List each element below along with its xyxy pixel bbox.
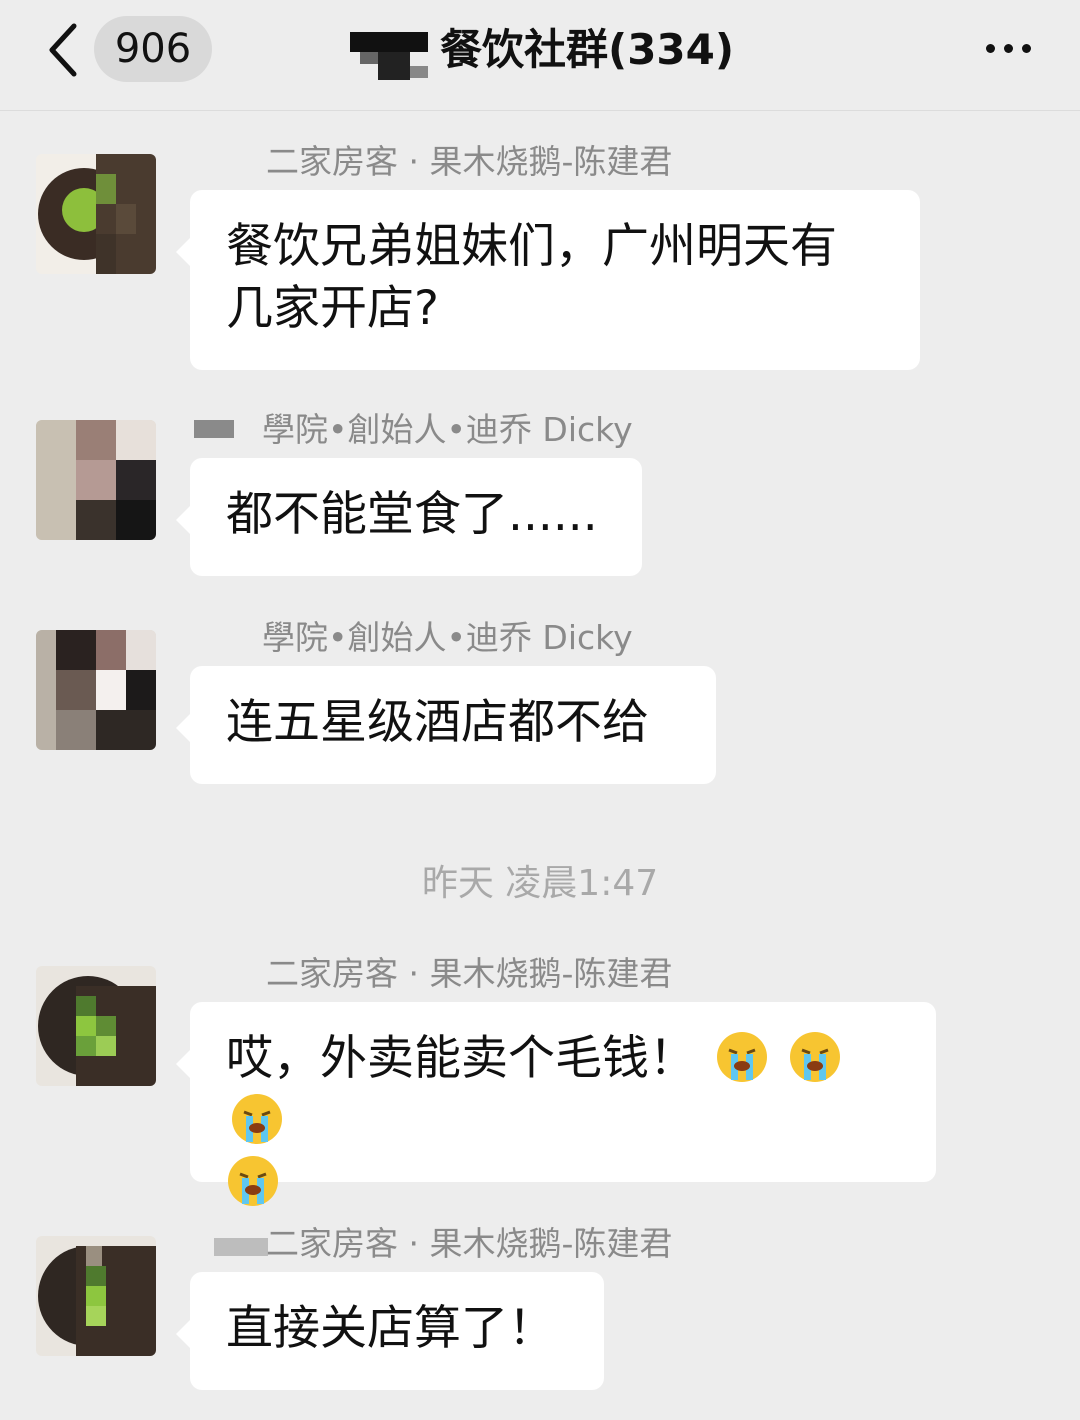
timestamp: 昨天 凌晨1:47: [421, 863, 659, 904]
crying-emoji: [232, 1094, 282, 1144]
sender-name: 學院•創始人•迪乔 Dicky: [262, 618, 633, 657]
message-bubble[interactable]: 餐饮兄弟姐妹们，广州明天有 几家开店?: [176, 190, 920, 370]
unread-count-badge[interactable]: 906: [94, 16, 212, 82]
message-bubble[interactable]: 直接关店算了！: [176, 1272, 604, 1390]
message-text-line: 几家开店?: [226, 281, 439, 336]
name-redaction: [214, 1238, 268, 1256]
message-bubble[interactable]: 都不能堂食了......: [176, 458, 642, 576]
message-text-line: 连五星级酒店都不给: [226, 695, 649, 750]
avatar[interactable]: [36, 966, 156, 1086]
sender-name: 二家房客 · 果木烧鹅-陈建君: [266, 954, 673, 993]
crying-emoji: [789, 1032, 840, 1082]
group-title: 餐饮社群(334): [440, 25, 735, 74]
sender-name: 二家房客 · 果木烧鹅-陈建君: [266, 1224, 673, 1263]
sender-name: 二家房客 · 果木烧鹅-陈建君: [266, 142, 673, 181]
sender-name: 學院•創始人•迪乔 Dicky: [262, 410, 633, 449]
message-text-line: 直接关店算了！: [226, 1301, 555, 1356]
title-redaction-mosaic: [350, 32, 428, 80]
more-dots-icon[interactable]: [986, 38, 1042, 58]
avatar[interactable]: [36, 154, 156, 274]
avatar[interactable]: [36, 630, 156, 750]
message-text-line: 餐饮兄弟姐妹们，广州明天有: [226, 219, 837, 274]
crying-emoji: [228, 1156, 278, 1206]
chevron-left-icon[interactable]: [44, 22, 84, 78]
avatar[interactable]: [36, 420, 156, 540]
message-text-line: 哎，外卖能卖个毛钱！: [226, 1031, 696, 1086]
chat-header: 906 餐饮社群(334): [0, 0, 1080, 111]
name-redaction: [194, 420, 234, 438]
avatar[interactable]: [36, 1236, 156, 1356]
crying-emoji: [716, 1032, 767, 1082]
message-text-line: 都不能堂食了......: [226, 487, 598, 542]
message-bubble[interactable]: 连五星级酒店都不给: [176, 666, 716, 784]
message-bubble[interactable]: 哎，外卖能卖个毛钱！: [176, 1002, 936, 1206]
